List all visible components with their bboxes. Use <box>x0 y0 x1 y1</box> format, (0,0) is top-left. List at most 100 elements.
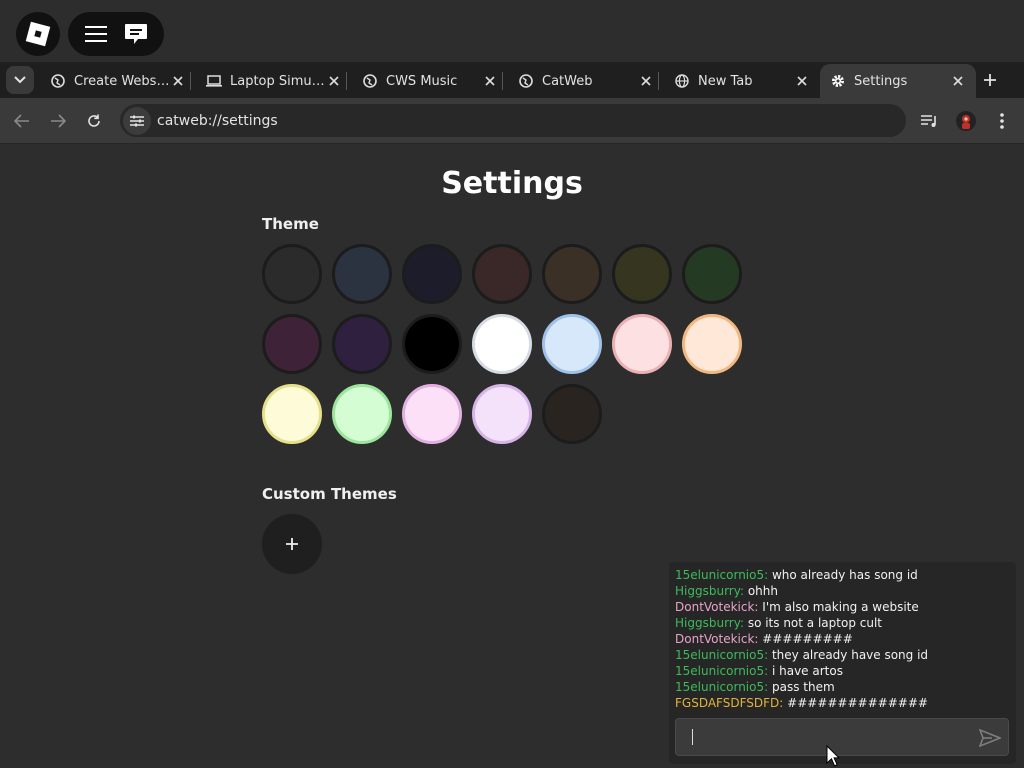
tab-settings[interactable]: Settings <box>820 64 976 98</box>
chat-text: they already have song id <box>768 648 929 662</box>
more-options-button[interactable] <box>990 109 1014 133</box>
roblox-top-bar-pill <box>68 12 164 56</box>
chat-username: DontVotekick: <box>675 632 759 646</box>
send-button[interactable] <box>978 727 1002 749</box>
tab-label: CWS Music <box>386 73 458 89</box>
chat-window: 15elunicornio5: who already has song id H… <box>669 562 1016 764</box>
tab-label: CatWeb <box>542 73 593 89</box>
laptop-icon <box>206 73 222 89</box>
close-tab-icon[interactable] <box>794 73 810 89</box>
forward-button[interactable] <box>46 109 70 133</box>
chat-username: 15elunicornio5: <box>675 664 769 678</box>
theme-swatch[interactable] <box>472 384 532 444</box>
roblox-logo-icon <box>25 21 51 47</box>
theme-swatch[interactable] <box>612 244 672 304</box>
theme-swatch[interactable] <box>542 244 602 304</box>
theme-swatch[interactable] <box>682 244 742 304</box>
theme-swatch[interactable] <box>332 384 392 444</box>
back-button[interactable] <box>10 109 34 133</box>
kebab-menu-icon <box>1000 113 1004 129</box>
close-tab-icon[interactable] <box>482 73 498 89</box>
globe-icon <box>50 73 66 89</box>
chat-message: DontVotekick: ######### <box>675 631 1011 647</box>
theme-swatch[interactable] <box>402 244 462 304</box>
chat-username: Higgsburry: <box>675 584 744 598</box>
site-settings-tune-icon[interactable] <box>123 106 151 135</box>
send-icon <box>979 729 1001 747</box>
tab-new-tab[interactable]: New Tab <box>664 64 820 98</box>
theme-swatch[interactable] <box>542 314 602 374</box>
chat-message: 15elunicornio5: i have artos <box>675 663 1011 679</box>
theme-swatch[interactable] <box>612 314 672 374</box>
theme-swatch[interactable] <box>332 244 392 304</box>
chat-username: FGSDAFSDFSDFD: <box>675 696 784 710</box>
theme-section-label: Theme <box>262 215 319 233</box>
tab-separator <box>346 72 347 90</box>
new-tab-button[interactable] <box>978 68 1002 92</box>
world-icon <box>674 73 690 89</box>
chat-text: pass them <box>768 680 835 694</box>
arrow-left-icon <box>14 114 29 128</box>
tab-label: Settings <box>854 73 908 89</box>
reload-button[interactable] <box>82 109 106 133</box>
chat-text: who already has song id <box>768 568 918 582</box>
plus-icon <box>286 538 298 550</box>
theme-swatch[interactable] <box>262 314 322 374</box>
close-tab-icon[interactable] <box>638 73 654 89</box>
theme-swatch[interactable] <box>332 314 392 374</box>
chat-message: Higgsburry: so its not a laptop cult <box>675 615 1011 631</box>
plus-icon <box>984 74 996 86</box>
gear-icon <box>830 73 846 89</box>
theme-swatch[interactable] <box>262 384 322 444</box>
tab-separator <box>502 72 503 90</box>
chat-username: 15elunicornio5: <box>675 680 769 694</box>
close-tab-icon[interactable] <box>326 73 342 89</box>
tab-catweb[interactable]: CatWeb <box>508 64 664 98</box>
custom-themes-section-label: Custom Themes <box>262 485 397 503</box>
address-bar[interactable]: catweb://settings <box>120 104 906 137</box>
tab-label: Laptop Simulator <box>230 73 326 89</box>
tab-separator <box>658 72 659 90</box>
theme-swatch[interactable] <box>402 314 462 374</box>
chat-text: i have artos <box>768 664 843 678</box>
roblox-menu-button[interactable] <box>16 12 60 56</box>
hamburger-menu-icon[interactable] <box>80 18 112 50</box>
close-tab-icon[interactable] <box>950 73 966 89</box>
chat-text: ######### <box>758 632 853 646</box>
playlist-icon <box>921 115 936 127</box>
chat-message-list: 15elunicornio5: who already has song id H… <box>675 567 1011 711</box>
theme-swatch[interactable] <box>262 244 322 304</box>
chat-username: 15elunicornio5: <box>675 648 769 662</box>
tab-cws-music[interactable]: CWS Music <box>352 64 508 98</box>
globe-icon <box>362 73 378 89</box>
mouse-cursor-icon <box>826 744 841 768</box>
media-controls-button[interactable] <box>918 109 942 133</box>
theme-swatch[interactable] <box>472 244 532 304</box>
theme-swatch[interactable] <box>682 314 742 374</box>
chat-username: 15elunicornio5: <box>675 568 769 582</box>
browser-toolbar: catweb://settings <box>0 98 1024 144</box>
tab-separator <box>190 72 191 90</box>
close-tab-icon[interactable] <box>170 73 186 89</box>
avatar-icon <box>956 111 976 131</box>
tab-laptop-simulator[interactable]: Laptop Simulator <box>196 64 352 98</box>
theme-swatch[interactable] <box>542 384 602 444</box>
url-text: catweb://settings <box>157 112 278 129</box>
chat-input[interactable] <box>675 718 1009 756</box>
theme-swatch[interactable] <box>402 384 462 444</box>
chat-text: ############## <box>783 696 928 710</box>
chat-username: Higgsburry: <box>675 616 744 630</box>
add-custom-theme-button[interactable] <box>262 514 322 574</box>
chat-text: I'm also making a website <box>758 600 919 614</box>
reload-icon <box>88 114 100 127</box>
chat-message: 15elunicornio5: they already have song i… <box>675 647 1011 663</box>
chat-message: 15elunicornio5: pass them <box>675 679 1011 695</box>
arrow-right-icon <box>51 114 66 128</box>
profile-avatar[interactable] <box>954 109 978 133</box>
tab-search-button[interactable] <box>6 66 34 94</box>
chat-message: 15elunicornio5: who already has song id <box>675 567 1011 583</box>
tab-create-website[interactable]: Create Website <box>40 64 196 98</box>
theme-swatch[interactable] <box>472 314 532 374</box>
chat-text: so its not a laptop cult <box>744 616 882 630</box>
chat-toggle-icon[interactable] <box>120 18 152 50</box>
